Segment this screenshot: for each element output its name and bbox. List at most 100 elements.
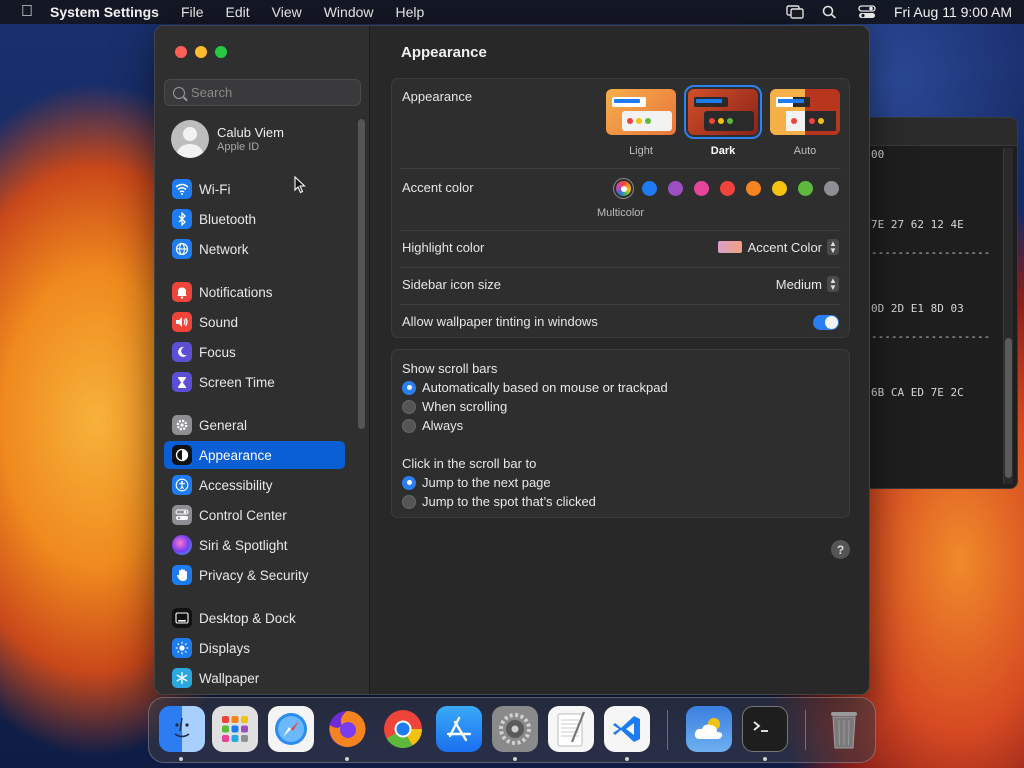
click-option-next-page[interactable]: Jump to the next page (402, 475, 551, 490)
sidebar-item-wifi[interactable]: Wi-Fi (164, 175, 345, 203)
sidebar-item-general[interactable]: General (164, 411, 345, 439)
sidebar-icon-size-popup[interactable]: Medium ▲ ▼ (776, 276, 839, 292)
appearance-option-light[interactable]: Light (606, 89, 676, 157)
radio-button[interactable] (402, 380, 416, 395)
menu-app-name[interactable]: System Settings (50, 4, 159, 20)
menu-window[interactable]: Window (324, 4, 374, 20)
sidebar-item-siri-spotlight[interactable]: Siri & Spotlight (164, 531, 345, 559)
textedit-icon[interactable] (548, 706, 594, 752)
close-button[interactable] (175, 46, 187, 58)
sidebar-item-bluetooth[interactable]: Bluetooth (164, 205, 345, 233)
sidebar-item-accessibility[interactable]: Accessibility (164, 471, 345, 499)
accent-green[interactable] (798, 181, 813, 196)
sidebar-item-screen-time[interactable]: Screen Time (164, 368, 345, 396)
zoom-button[interactable] (215, 46, 227, 58)
highlight-color-popup[interactable]: Accent Color ▲ ▼ (717, 239, 839, 255)
menu-edit[interactable]: Edit (226, 4, 250, 20)
safari-icon[interactable] (268, 706, 314, 752)
highlight-color-label: Highlight color (402, 240, 485, 255)
sidebar-item-label: Screen Time (199, 374, 275, 390)
radio-label: Automatically based on mouse or trackpad (422, 380, 668, 395)
menu-help[interactable]: Help (396, 4, 425, 20)
terminal-scroll-thumb[interactable] (1005, 338, 1012, 478)
accent-blue[interactable] (642, 181, 657, 196)
apple-logo-icon[interactable]:  (18, 3, 36, 21)
radio-button[interactable] (402, 475, 416, 490)
click-option-spot-clicked[interactable]: Jump to the spot that’s clicked (402, 494, 596, 509)
finder-icon[interactable] (159, 706, 205, 752)
dock-separator (805, 710, 806, 750)
accent-red[interactable] (720, 181, 735, 196)
accent-orange[interactable] (746, 181, 761, 196)
sidebar-item-label: General (199, 417, 248, 433)
terminal-line: 6B CA ED 7E 2C (871, 386, 964, 399)
sidebar-item-network[interactable]: Network (164, 235, 345, 263)
terminal-titlebar[interactable] (863, 118, 1017, 146)
snowflake-icon (172, 668, 192, 688)
accessibility-icon (172, 475, 192, 495)
terminal-window[interactable]: 00 7E 27 62 12 4E ------------------ 0D … (862, 117, 1018, 489)
menu-clock[interactable]: Fri Aug 11 9:00 AM (894, 4, 1012, 20)
sidebar-item-sound[interactable]: Sound (164, 308, 345, 336)
chrome-icon[interactable] (380, 706, 426, 752)
appearance-label: Appearance (402, 89, 473, 104)
avatar (171, 120, 209, 158)
sidebar-item-desktop-dock[interactable]: Desktop & Dock (164, 604, 345, 632)
auto-preview (770, 89, 840, 135)
sidebar-item-notifications[interactable]: Notifications (164, 278, 345, 306)
sidebar-item-label: Wi-Fi (199, 181, 231, 197)
popup-arrows-icon: ▲ ▼ (827, 239, 839, 255)
speaker-icon (172, 312, 192, 332)
radio-button[interactable] (402, 399, 416, 414)
vscode-icon[interactable] (604, 706, 650, 752)
minimize-button[interactable] (195, 46, 207, 58)
sidebar-item-control-center[interactable]: Control Center (164, 501, 345, 529)
sidebar-scrollbar[interactable] (358, 119, 365, 429)
radio-label: Jump to the next page (422, 475, 551, 490)
wallpaper-tinting-row: Allow wallpaper tinting in windows (402, 305, 839, 339)
menu-file[interactable]: File (181, 4, 204, 20)
light-preview (606, 89, 676, 135)
system-settings-icon[interactable] (492, 706, 538, 752)
help-button[interactable]: ? (831, 540, 850, 559)
appearance-option-auto[interactable]: Auto (770, 89, 840, 157)
scroll-bars-card: Show scroll bars Automatically based on … (391, 349, 850, 518)
menu-view[interactable]: View (272, 4, 302, 20)
apple-id-profile[interactable]: Calub Viem Apple ID (171, 120, 284, 158)
sidebar-item-label: Siri & Spotlight (199, 537, 288, 553)
accent-pink[interactable] (694, 181, 709, 196)
terminal-line: ------------------ (871, 246, 991, 259)
sidebar-item-displays[interactable]: Displays (164, 634, 345, 662)
menu-bar:  System Settings File Edit View Window … (0, 0, 1024, 24)
sidebar-item-appearance[interactable]: Appearance (164, 441, 345, 469)
wallpaper-tinting-toggle[interactable] (813, 315, 839, 330)
app-store-icon[interactable] (436, 706, 482, 752)
appearance-option-dark[interactable]: Dark (684, 85, 762, 157)
terminal-icon[interactable] (742, 706, 788, 752)
accent-multicolor[interactable] (616, 181, 631, 196)
weather-icon[interactable] (686, 706, 732, 752)
scroll-option-when-scrolling[interactable]: When scrolling (402, 399, 507, 414)
trash-icon[interactable] (821, 706, 867, 752)
sidebar-item-wallpaper[interactable]: Wallpaper (164, 664, 345, 692)
radio-button[interactable] (402, 418, 416, 433)
accent-yellow[interactable] (772, 181, 787, 196)
scroll-option-always[interactable]: Always (402, 418, 463, 433)
control-center-icon[interactable] (858, 5, 876, 19)
dock (148, 697, 876, 763)
firefox-icon[interactable] (324, 706, 370, 752)
sidebar-item-privacy-security[interactable]: Privacy & Security (164, 561, 345, 589)
accent-purple[interactable] (668, 181, 683, 196)
terminal-scrollbar[interactable] (1003, 148, 1013, 484)
spotlight-search-icon[interactable] (822, 5, 840, 19)
search-field[interactable] (164, 79, 361, 106)
screen-mirroring-icon[interactable] (786, 5, 804, 19)
radio-button[interactable] (402, 494, 416, 509)
sidebar-item-focus[interactable]: Focus (164, 338, 345, 366)
system-settings-window: Calub Viem Apple ID Wi-Fi Bluetooth Netw… (154, 25, 870, 695)
scroll-option-automatic[interactable]: Automatically based on mouse or trackpad (402, 380, 668, 395)
launchpad-icon[interactable] (212, 706, 258, 752)
search-input[interactable] (191, 85, 351, 100)
sidebar-icon-size-label: Sidebar icon size (402, 277, 501, 292)
accent-graphite[interactable] (824, 181, 839, 196)
